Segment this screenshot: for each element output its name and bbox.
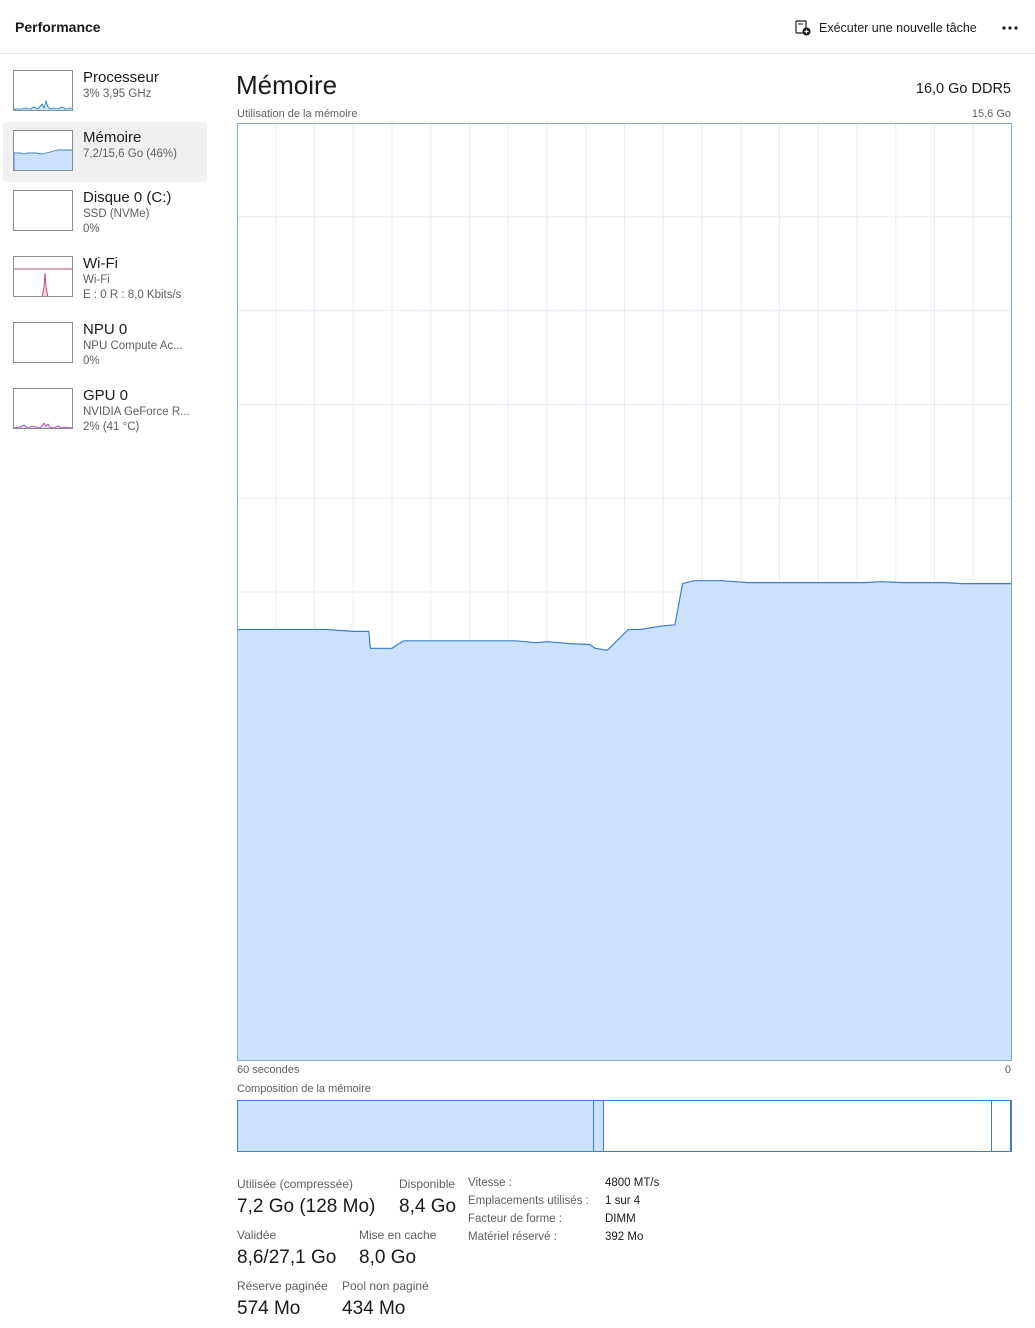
sidebar-item-gpu[interactable]: GPU 0 NVIDIA GeForce R... 2% (41 °C) xyxy=(3,380,207,440)
memory-thumbnail xyxy=(13,130,73,171)
sidebar: Processeur 3% 3,95 GHz Mémoire 7,2/15,6 … xyxy=(0,62,210,440)
axis-end-label: 0 xyxy=(1004,1064,1011,1076)
stat-paged-pool: Réserve paginée 574 Mo xyxy=(237,1279,328,1320)
sidebar-item-disk[interactable]: Disque 0 (C:) SSD (NVMe) 0% xyxy=(3,182,207,242)
speed-value: 4800 MT/s xyxy=(605,1177,660,1189)
hardware-reserved-value: 392 Mo xyxy=(605,1231,644,1243)
sidebar-item-name: Mémoire xyxy=(83,129,142,146)
form-factor-label: Facteur de forme : xyxy=(468,1213,562,1225)
sidebar-item-name: Disque 0 (C:) xyxy=(83,189,172,206)
stat-value: 8,0 Go xyxy=(359,1247,417,1268)
memory-usage-area xyxy=(237,580,1012,1061)
sidebar-item-detail: SSD (NVMe) xyxy=(83,208,150,220)
composition-segment-free[interactable] xyxy=(992,1101,1011,1151)
stat-label: Utilisée (compressée) xyxy=(237,1177,354,1191)
stat-value: 434 Mo xyxy=(342,1298,406,1319)
resource-title: Mémoire xyxy=(236,70,338,100)
sidebar-item-name: Processeur xyxy=(83,69,159,86)
memory-spec: 16,0 Go DDR5 xyxy=(915,81,1011,97)
stat-cached: Mise en cache 8,0 Go xyxy=(359,1228,436,1269)
wifi-thumbnail xyxy=(13,256,73,297)
sidebar-item-detail: 3% 3,95 GHz xyxy=(83,88,152,100)
memory-composition-bar xyxy=(237,1100,1012,1152)
sidebar-item-name: GPU 0 xyxy=(83,387,129,404)
npu-thumbnail xyxy=(13,322,73,363)
axis-start-label: 60 secondes xyxy=(237,1064,300,1076)
more-options-button[interactable] xyxy=(996,14,1024,42)
top-bar: Performance Exécuter une nouvelle tâche xyxy=(0,0,1035,54)
form-factor-value: DIMM xyxy=(605,1213,636,1225)
composition-caption: Composition de la mémoire xyxy=(237,1083,371,1095)
sidebar-item-detail: NPU Compute Ac... xyxy=(83,340,183,352)
stat-value: 7,2 Go (128 Mo) xyxy=(237,1196,376,1217)
composition-segment-used[interactable] xyxy=(238,1101,595,1151)
stat-available: Disponible 8,4 Go xyxy=(399,1177,456,1218)
slots-value: 1 sur 4 xyxy=(605,1195,641,1207)
graph-max-label: 15,6 Go xyxy=(971,108,1011,120)
stat-label: Validée xyxy=(237,1228,277,1242)
sidebar-item-name: NPU 0 xyxy=(83,321,128,338)
composition-segment-standby[interactable] xyxy=(604,1101,993,1151)
more-icon xyxy=(1002,26,1018,30)
disk-thumbnail xyxy=(13,190,73,231)
stat-label: Réserve paginée xyxy=(237,1279,328,1293)
gpu-thumbnail xyxy=(13,388,73,429)
sidebar-item-detail: 7,2/15,6 Go (46%) xyxy=(83,148,177,160)
stat-label: Disponible xyxy=(399,1177,456,1191)
memory-usage-graph xyxy=(237,123,1012,1061)
stat-nonpaged-pool: Pool non paginé 434 Mo xyxy=(342,1279,429,1320)
stat-value: 574 Mo xyxy=(237,1298,301,1319)
sidebar-item-usage: 2% (41 °C) xyxy=(83,421,140,433)
stat-value: 8,6/27,1 Go xyxy=(237,1247,337,1268)
sidebar-item-memory[interactable]: Mémoire 7,2/15,6 Go (46%) xyxy=(3,122,207,182)
run-new-task-label: Exécuter une nouvelle tâche xyxy=(819,21,977,35)
composition-segment-modified[interactable] xyxy=(594,1101,605,1151)
sidebar-item-usage: 0% xyxy=(83,355,100,367)
sidebar-item-name: Wi-Fi xyxy=(83,255,118,272)
stat-committed: Validée 8,6/27,1 Go xyxy=(237,1228,336,1269)
hardware-reserved-label: Matériel réservé : xyxy=(468,1231,557,1243)
sidebar-item-usage: E : 0 R : 8,0 Kbits/s xyxy=(83,289,182,301)
sidebar-item-processor[interactable]: Processeur 3% 3,95 GHz xyxy=(3,62,207,122)
stat-used: Utilisée (compressée) 7,2 Go (128 Mo) xyxy=(237,1177,375,1218)
processor-thumbnail xyxy=(13,70,73,111)
slots-label: Emplacements utilisés : xyxy=(468,1195,589,1207)
graph-caption: Utilisation de la mémoire xyxy=(237,108,358,120)
speed-label: Vitesse : xyxy=(468,1177,512,1189)
sidebar-item-detail: NVIDIA GeForce R... xyxy=(83,406,190,418)
page-title: Performance xyxy=(15,19,101,35)
sidebar-item-npu[interactable]: NPU 0 NPU Compute Ac... 0% xyxy=(3,314,207,374)
sidebar-item-usage: 0% xyxy=(83,223,100,235)
new-task-icon xyxy=(795,20,811,36)
run-new-task-button[interactable]: Exécuter une nouvelle tâche xyxy=(795,17,977,39)
sidebar-item-wifi[interactable]: Wi-Fi Wi-Fi E : 0 R : 8,0 Kbits/s xyxy=(3,248,207,308)
stat-value: 8,4 Go xyxy=(399,1196,457,1217)
stat-label: Mise en cache xyxy=(359,1228,437,1242)
sidebar-item-detail: Wi-Fi xyxy=(83,274,110,286)
stat-label: Pool non paginé xyxy=(342,1279,429,1293)
